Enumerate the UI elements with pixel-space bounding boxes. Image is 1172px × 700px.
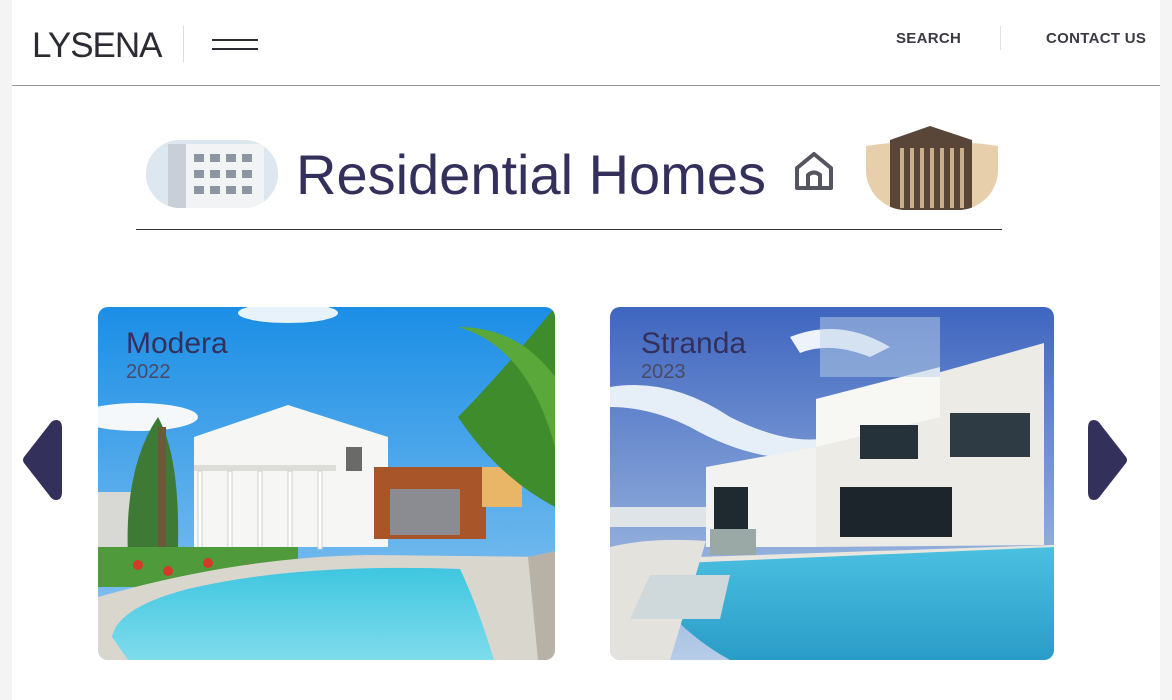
logo-divider	[183, 26, 184, 62]
nav-search-link[interactable]: SEARCH	[896, 30, 961, 47]
page-title-row: Residential Homes	[136, 120, 1002, 230]
project-name: Modera	[126, 327, 228, 360]
building-thumbnail-left	[146, 140, 278, 208]
nav-divider	[1000, 26, 1001, 50]
chevron-left-icon[interactable]	[22, 418, 62, 502]
project-card[interactable]: Stranda 2023	[610, 307, 1054, 660]
project-name: Stranda	[641, 327, 747, 360]
site-header: LYSENA SEARCH CONTACT US	[12, 0, 1160, 86]
project-card[interactable]: Modera 2022	[98, 307, 555, 660]
home-icon	[795, 152, 833, 190]
hamburger-icon[interactable]	[210, 32, 260, 58]
project-year: 2022	[126, 361, 171, 383]
logo[interactable]: LYSENA	[32, 26, 163, 66]
page: LYSENA SEARCH CONTACT US Residential Hom…	[12, 0, 1160, 700]
page-title: Residential Homes	[296, 143, 766, 206]
chevron-right-icon[interactable]	[1088, 418, 1128, 502]
building-thumbnail-right	[866, 126, 998, 210]
nav-contact-link[interactable]: CONTACT US	[1046, 30, 1146, 47]
project-year: 2023	[641, 361, 686, 383]
